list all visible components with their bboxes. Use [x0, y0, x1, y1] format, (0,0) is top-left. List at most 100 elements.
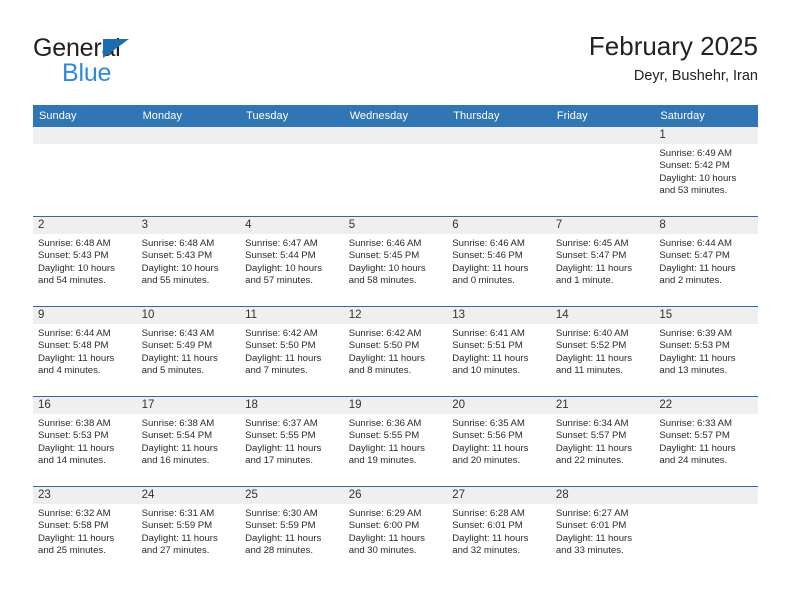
calendar-cell	[240, 127, 344, 217]
day-sun-info: Sunrise: 6:36 AM Sunset: 5:55 PM Daylight:…	[344, 414, 448, 468]
day-number: 10	[136, 307, 241, 324]
day-cell[interactable]: 6 Sunrise: 6:46 AM Sunset: 5:46 PM Daylight…	[447, 217, 551, 306]
day-cell[interactable]: 24 Sunrise: 6:31 AM Sunset: 5:59 PM Dayligh…	[136, 487, 241, 576]
calendar-week-row: 1 Sunrise: 6:49 AM Sunset: 5:42 PM Daylight…	[33, 127, 758, 217]
day-sun-info: Sunrise: 6:30 AM Sunset: 5:59 PM Daylight:…	[240, 504, 344, 558]
day-daylight-line2-text: and 30 minutes.	[348, 545, 417, 557]
day-cell[interactable]: 16 Sunrise: 6:38 AM Sunset: 5:53 PM Dayligh…	[33, 397, 137, 486]
day-cell[interactable]: 10 Sunrise: 6:43 AM Sunset: 5:49 PM Dayligh…	[136, 307, 241, 396]
day-cell[interactable]: 8 Sunrise: 6:44 AM Sunset: 5:47 PM Daylight…	[654, 217, 758, 306]
day-number: 20	[447, 397, 551, 414]
day-cell[interactable]: 21 Sunrise: 6:34 AM Sunset: 5:57 PM Dayligh…	[550, 397, 655, 486]
weekday-header-monday: Monday	[136, 105, 241, 127]
day-daylight-line1-text: Daylight: 11 hours	[245, 532, 322, 544]
day-daylight-line2-text: and 27 minutes.	[141, 545, 210, 557]
day-number: 11	[240, 307, 344, 324]
day-cell-empty	[654, 487, 758, 576]
day-cell[interactable]: 5 Sunrise: 6:46 AM Sunset: 5:45 PM Daylight…	[343, 217, 448, 306]
day-sunset-text: Sunset: 5:54 PM	[141, 430, 213, 442]
day-cell[interactable]: 17 Sunrise: 6:38 AM Sunset: 5:54 PM Dayligh…	[136, 397, 241, 486]
day-sunset-text: Sunset: 5:55 PM	[245, 430, 316, 442]
day-daylight-line2-text: and 20 minutes.	[452, 455, 521, 467]
day-sunrise-text: Sunrise: 6:44 AM	[38, 328, 111, 339]
day-cell[interactable]: 12 Sunrise: 6:42 AM Sunset: 5:50 PM Dayligh…	[343, 307, 448, 396]
day-sunset-text: Sunset: 5:49 PM	[141, 340, 213, 352]
day-daylight-line2-text: and 8 minutes.	[348, 365, 412, 377]
day-sunset-text: Sunset: 5:50 PM	[348, 340, 420, 352]
day-sun-info: Sunrise: 6:46 AM Sunset: 5:45 PM Daylight:…	[344, 234, 448, 288]
day-sun-info: Sunrise: 6:38 AM Sunset: 5:53 PM Daylight:…	[33, 414, 137, 468]
day-sunset-text: Sunset: 5:47 PM	[659, 250, 730, 262]
day-cell[interactable]: 15 Sunrise: 6:39 AM Sunset: 5:53 PM Dayligh…	[654, 307, 758, 396]
day-daylight-line2-text: and 16 minutes.	[141, 455, 210, 467]
day-cell[interactable]: 18 Sunrise: 6:37 AM Sunset: 5:55 PM Dayligh…	[240, 397, 344, 486]
day-cell[interactable]: 19 Sunrise: 6:36 AM Sunset: 5:55 PM Dayligh…	[343, 397, 448, 486]
day-daylight-line1-text: Daylight: 11 hours	[452, 442, 529, 454]
calendar-cell: 21 Sunrise: 6:34 AM Sunset: 5:57 PM Dayligh…	[550, 396, 655, 487]
day-sunset-text: Sunset: 6:00 PM	[348, 520, 420, 532]
day-daylight-line1-text: Daylight: 11 hours	[452, 262, 529, 274]
day-cell[interactable]: 4 Sunrise: 6:47 AM Sunset: 5:44 PM Daylight…	[240, 217, 344, 306]
day-daylight-line1-text: Daylight: 11 hours	[659, 442, 736, 454]
day-sunset-text: Sunset: 5:59 PM	[141, 520, 213, 532]
calendar-cell: 19 Sunrise: 6:36 AM Sunset: 5:55 PM Dayligh…	[343, 396, 448, 487]
location-subtitle: Deyr, Bushehr, Iran	[633, 68, 758, 84]
day-daylight-line1-text: Daylight: 11 hours	[348, 352, 425, 364]
day-cell[interactable]: 20 Sunrise: 6:35 AM Sunset: 5:56 PM Dayligh…	[447, 397, 551, 486]
calendar-cell	[33, 127, 137, 217]
day-cell[interactable]: 27 Sunrise: 6:28 AM Sunset: 6:01 PM Dayligh…	[447, 487, 551, 576]
calendar-cell: 1 Sunrise: 6:49 AM Sunset: 5:42 PM Daylight…	[654, 127, 758, 217]
day-daylight-line2-text: and 58 minutes.	[348, 275, 417, 287]
day-sun-info: Sunrise: 6:38 AM Sunset: 5:54 PM Daylight:…	[137, 414, 241, 468]
day-sun-info: Sunrise: 6:31 AM Sunset: 5:59 PM Daylight:…	[137, 504, 241, 558]
day-cell[interactable]: 22 Sunrise: 6:33 AM Sunset: 5:57 PM Dayligh…	[654, 397, 758, 486]
day-daylight-line1-text: Daylight: 10 hours	[659, 172, 737, 184]
calendar-cell: 25 Sunrise: 6:30 AM Sunset: 5:59 PM Dayligh…	[240, 486, 344, 576]
general-blue-logo[interactable]: General Blue	[33, 35, 233, 91]
day-number: 14	[550, 307, 655, 324]
day-cell[interactable]: 7 Sunrise: 6:45 AM Sunset: 5:47 PM Daylight…	[550, 217, 655, 306]
day-sunset-text: Sunset: 5:43 PM	[38, 250, 109, 262]
day-cell[interactable]: 1 Sunrise: 6:49 AM Sunset: 5:42 PM Daylight…	[654, 127, 758, 216]
day-number	[240, 127, 344, 144]
calendar-cell: 18 Sunrise: 6:37 AM Sunset: 5:55 PM Dayligh…	[240, 396, 344, 487]
day-sunset-text: Sunset: 5:57 PM	[555, 430, 627, 442]
calendar-cell: 17 Sunrise: 6:38 AM Sunset: 5:54 PM Dayligh…	[136, 396, 241, 487]
day-sun-info: Sunrise: 6:42 AM Sunset: 5:50 PM Daylight:…	[344, 324, 448, 378]
day-sunrise-text: Sunrise: 6:38 AM	[141, 418, 215, 429]
day-sun-info: Sunrise: 6:29 AM Sunset: 6:00 PM Daylight:…	[344, 504, 448, 558]
calendar-cell: 7 Sunrise: 6:45 AM Sunset: 5:47 PM Daylight…	[550, 216, 655, 307]
day-daylight-line2-text: and 28 minutes.	[245, 545, 313, 557]
calendar-cell: 5 Sunrise: 6:46 AM Sunset: 5:45 PM Daylight…	[343, 216, 448, 307]
day-cell[interactable]: 25 Sunrise: 6:30 AM Sunset: 5:59 PM Dayligh…	[240, 487, 344, 576]
day-number: 17	[136, 397, 241, 414]
calendar-cell: 4 Sunrise: 6:47 AM Sunset: 5:44 PM Daylight…	[240, 216, 344, 307]
day-cell[interactable]: 14 Sunrise: 6:40 AM Sunset: 5:52 PM Dayligh…	[550, 307, 655, 396]
day-number: 3	[136, 217, 241, 234]
day-daylight-line1-text: Daylight: 11 hours	[452, 352, 529, 364]
day-cell[interactable]: 11 Sunrise: 6:42 AM Sunset: 5:50 PM Dayligh…	[240, 307, 344, 396]
day-cell[interactable]: 9 Sunrise: 6:44 AM Sunset: 5:48 PM Daylight…	[33, 307, 137, 396]
day-cell[interactable]: 3 Sunrise: 6:48 AM Sunset: 5:43 PM Daylight…	[136, 217, 241, 306]
day-daylight-line1-text: Daylight: 11 hours	[245, 442, 322, 454]
day-cell[interactable]: 28 Sunrise: 6:27 AM Sunset: 6:01 PM Dayligh…	[550, 487, 655, 576]
day-daylight-line2-text: and 22 minutes.	[555, 455, 624, 467]
day-cell[interactable]: 13 Sunrise: 6:41 AM Sunset: 5:51 PM Dayligh…	[447, 307, 551, 396]
day-cell[interactable]: 26 Sunrise: 6:29 AM Sunset: 6:00 PM Dayligh…	[343, 487, 448, 576]
weekday-header-sunday: Sunday	[33, 105, 137, 127]
calendar-cell	[447, 127, 551, 217]
calendar-cell: 6 Sunrise: 6:46 AM Sunset: 5:46 PM Daylight…	[447, 216, 551, 307]
day-sun-info: Sunrise: 6:37 AM Sunset: 5:55 PM Daylight:…	[240, 414, 344, 468]
day-number: 7	[550, 217, 655, 234]
calendar-week-row: 9 Sunrise: 6:44 AM Sunset: 5:48 PM Daylight…	[33, 306, 758, 397]
day-number: 12	[343, 307, 448, 324]
day-cell[interactable]: 2 Sunrise: 6:48 AM Sunset: 5:43 PM Daylight…	[33, 217, 137, 306]
title-block: February 2025 Deyr, Bushehr, Iran	[589, 30, 758, 85]
day-cell[interactable]: 23 Sunrise: 6:32 AM Sunset: 5:58 PM Dayligh…	[33, 487, 137, 576]
day-daylight-line2-text: and 13 minutes.	[659, 365, 728, 377]
calendar-cell	[343, 127, 448, 217]
calendar-week-row: 2 Sunrise: 6:48 AM Sunset: 5:43 PM Daylight…	[33, 216, 758, 307]
day-sun-info: Sunrise: 6:47 AM Sunset: 5:44 PM Daylight:…	[240, 234, 344, 288]
day-sunset-text: Sunset: 6:01 PM	[452, 520, 523, 532]
day-sun-info: Sunrise: 6:48 AM Sunset: 5:43 PM Daylight:…	[137, 234, 241, 288]
